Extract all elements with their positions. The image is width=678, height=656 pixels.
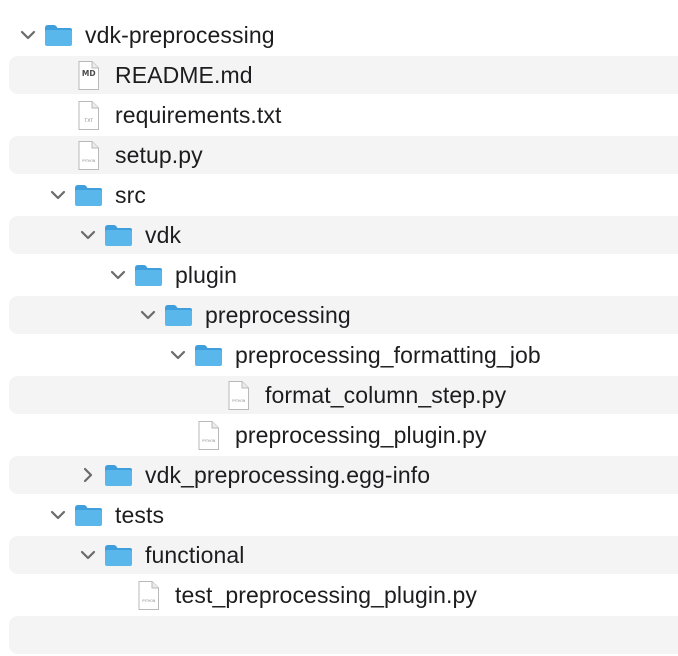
folder-name: preprocessing — [205, 302, 351, 328]
tree-row[interactable]: TXT requirements.txt — [0, 95, 678, 135]
text-file-icon: TXT — [76, 100, 101, 131]
tree-row[interactable]: vdk-preprocessing — [0, 15, 678, 55]
svg-text:TXT: TXT — [83, 118, 93, 124]
chevron-down-icon[interactable] — [78, 225, 98, 245]
folder-icon — [103, 543, 134, 568]
folder-name: tests — [115, 502, 165, 528]
tree-row[interactable]: PYTHON format_column_step.py — [0, 375, 678, 415]
tree-row[interactable]: PYTHON test_preprocessing_plugin.py — [0, 575, 678, 615]
tree-row[interactable]: vdk_preprocessing.egg-info — [0, 455, 678, 495]
chevron-down-icon[interactable] — [78, 545, 98, 565]
folder-name: functional — [145, 542, 245, 568]
python-file-icon: PYTHON — [76, 140, 101, 171]
svg-text:PYTHON: PYTHON — [82, 159, 96, 163]
file-name: preprocessing_plugin.py — [235, 422, 487, 448]
folder-name: plugin — [175, 262, 237, 288]
folder-icon — [73, 183, 104, 208]
svg-text:PYTHON: PYTHON — [142, 599, 156, 603]
chevron-down-icon[interactable] — [18, 25, 38, 45]
tree-row[interactable]: PYTHON preprocessing_plugin.py — [0, 415, 678, 455]
svg-text:PYTHON: PYTHON — [232, 399, 246, 403]
tree-row[interactable]: src — [0, 175, 678, 215]
folder-icon — [103, 463, 134, 488]
markdown-file-icon: MD — [76, 60, 101, 91]
tree-row[interactable]: vdk — [0, 215, 678, 255]
file-name: setup.py — [115, 142, 203, 168]
chevron-down-icon[interactable] — [108, 265, 128, 285]
folder-name: preprocessing_formatting_job — [235, 342, 541, 368]
file-name: requirements.txt — [115, 102, 282, 128]
file-tree: vdk-preprocessing MD README.md TXT requireme… — [0, 15, 678, 655]
python-file-icon: PYTHON — [226, 380, 251, 411]
folder-icon — [133, 263, 164, 288]
tree-row[interactable]: functional — [0, 535, 678, 575]
chevron-down-icon[interactable] — [48, 505, 68, 525]
empty-row — [0, 615, 678, 655]
python-file-icon: PYTHON — [136, 580, 161, 611]
chevron-down-icon[interactable] — [168, 345, 188, 365]
folder-icon — [103, 223, 134, 248]
chevron-down-icon[interactable] — [48, 185, 68, 205]
tree-row[interactable]: plugin — [0, 255, 678, 295]
folder-name: src — [115, 182, 146, 208]
chevron-down-icon[interactable] — [138, 305, 158, 325]
folder-icon — [193, 343, 224, 368]
tree-row[interactable]: tests — [0, 495, 678, 535]
folder-name: vdk-preprocessing — [85, 22, 275, 48]
folder-icon — [163, 303, 194, 328]
folder-name: vdk_preprocessing.egg-info — [145, 462, 431, 488]
folder-icon — [73, 503, 104, 528]
python-file-icon: PYTHON — [196, 420, 221, 451]
file-name: test_preprocessing_plugin.py — [175, 582, 477, 608]
svg-text:MD: MD — [82, 69, 96, 78]
tree-row[interactable]: MD README.md — [0, 55, 678, 95]
file-name: format_column_step.py — [265, 382, 507, 408]
folder-icon — [43, 23, 74, 48]
file-name: README.md — [115, 62, 253, 88]
svg-text:PYTHON: PYTHON — [202, 439, 216, 443]
tree-row[interactable]: preprocessing_formatting_job — [0, 335, 678, 375]
tree-row[interactable]: preprocessing — [0, 295, 678, 335]
folder-name: vdk — [145, 222, 182, 248]
tree-row[interactable]: PYTHON setup.py — [0, 135, 678, 175]
chevron-right-icon[interactable] — [78, 465, 98, 485]
